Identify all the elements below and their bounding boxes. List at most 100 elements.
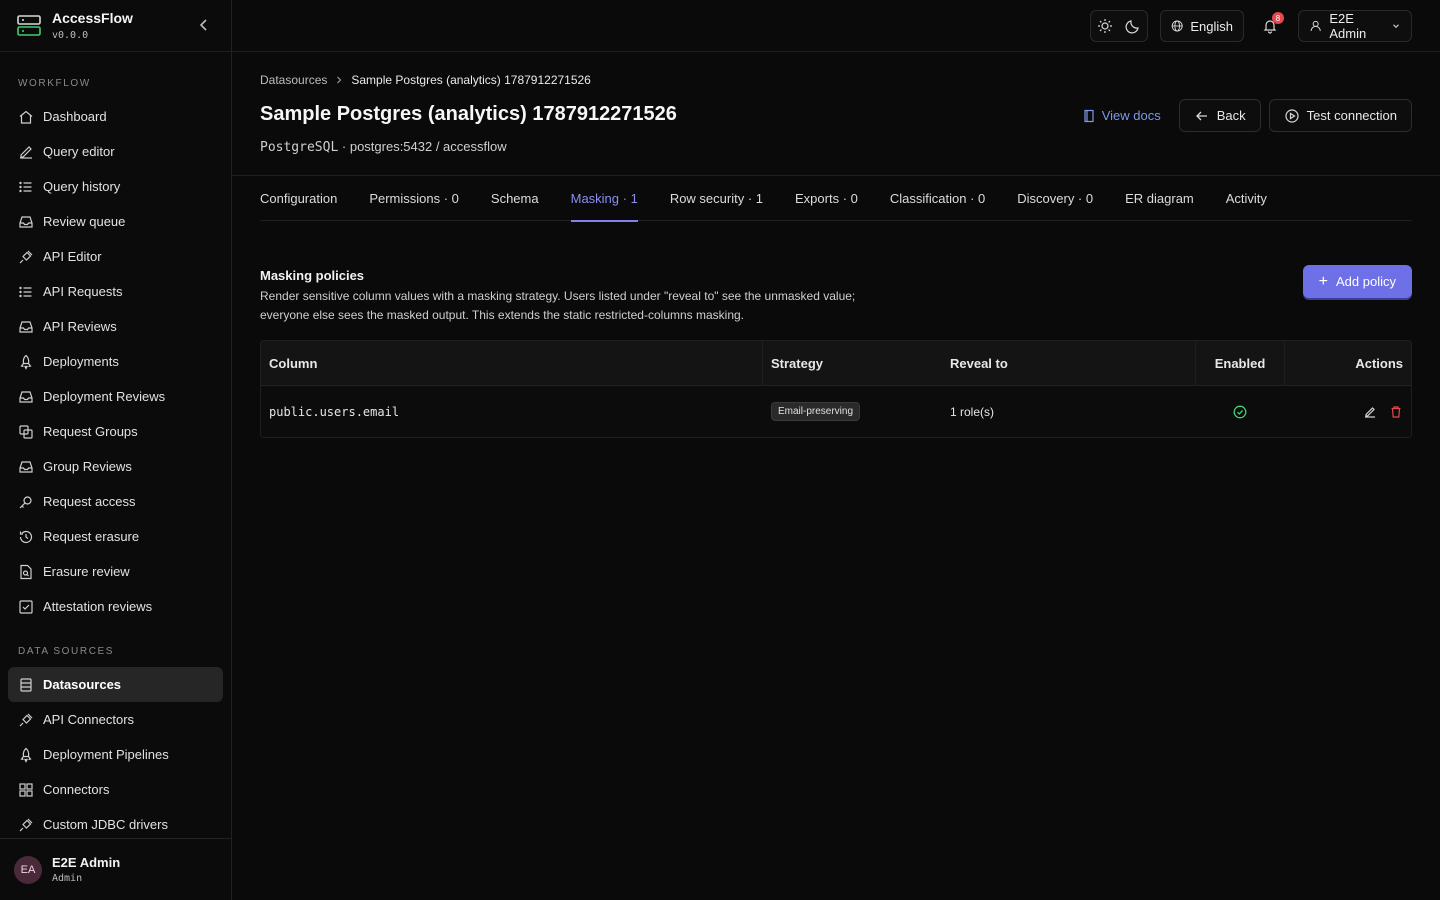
sidebar-item-api-requests[interactable]: API Requests	[8, 274, 223, 309]
sidebar-item-label: Query editor	[43, 144, 115, 159]
sidebar-item-label: Deployment Pipelines	[43, 747, 169, 762]
header-column: Column	[269, 355, 318, 371]
tab-configuration[interactable]: Configuration	[260, 176, 337, 221]
plug-icon	[19, 818, 33, 831]
datasource-host: · postgres:5432 / accessflow	[338, 139, 507, 154]
sidebar-item-request-erasure[interactable]: Request erasure	[8, 519, 223, 554]
tab-er-diagram[interactable]: ER diagram	[1125, 176, 1194, 221]
sidebar-item-api-connectors[interactable]: API Connectors	[8, 702, 223, 737]
sidebar-item-review-queue[interactable]: Review queue	[8, 204, 223, 239]
plug-icon	[19, 250, 33, 263]
description-line-2: everyone else sees the masked output. Th…	[260, 308, 745, 322]
tab-activity[interactable]: Activity	[1226, 176, 1267, 221]
sidebar-item-query-editor[interactable]: Query editor	[8, 134, 223, 169]
plus-icon: +	[1318, 272, 1329, 290]
sidebar-item-request-groups[interactable]: Request Groups	[8, 414, 223, 449]
chevron-down-icon	[1393, 24, 1399, 29]
chevron-right-icon	[337, 76, 342, 84]
inbox-icon	[19, 460, 33, 473]
back-button[interactable]: Back	[1178, 99, 1261, 132]
sidebar-item-query-history[interactable]: Query history	[8, 169, 223, 204]
sidebar-item-erasure-review[interactable]: Erasure review	[8, 554, 223, 589]
sidebar-item-label: Deployments	[43, 354, 119, 369]
sidebar-item-request-access[interactable]: Request access	[8, 484, 223, 519]
language-label: English	[1190, 18, 1233, 34]
sidebar-item-label: API Reviews	[43, 319, 117, 334]
workflow-section-label: WORKFLOW	[18, 78, 91, 89]
sidebar-item-label: API Connectors	[43, 712, 135, 727]
view-docs-link[interactable]: View docs	[1072, 108, 1171, 123]
page-title: Sample Postgres (analytics) 178791227152…	[260, 103, 677, 125]
sidebar-item-deployment-pipelines[interactable]: Deployment Pipelines	[8, 737, 223, 772]
sidebar-item-label: Erasure review	[43, 564, 130, 579]
header-reveal-to: Reveal to	[950, 355, 1008, 371]
rocket-icon	[20, 747, 32, 763]
tab-exports[interactable]: Exports · 0	[795, 176, 858, 221]
history-icon	[19, 530, 33, 543]
sidebar-item-label: Group Reviews	[43, 459, 132, 474]
list-icon	[19, 286, 32, 297]
sidebar-item-attestation-reviews[interactable]: Attestation reviews	[8, 589, 223, 624]
server-logo-icon	[17, 14, 41, 36]
notifications-button[interactable]: 8	[1262, 12, 1284, 34]
sidebar-item-group-reviews[interactable]: Group Reviews	[8, 449, 223, 484]
tab-permissions[interactable]: Permissions · 0	[369, 176, 459, 221]
main-content: Datasources Sample Postgres (analytics) …	[232, 52, 1440, 900]
inbox-icon	[19, 390, 33, 403]
sidebar-item-dashboard[interactable]: Dashboard	[8, 99, 223, 134]
sidebar-item-label: API Requests	[43, 284, 123, 299]
sidebar-item-custom-jdbc-drivers[interactable]: Custom JDBC drivers	[8, 807, 223, 842]
breadcrumb-current: Sample Postgres (analytics) 178791227152…	[351, 73, 591, 87]
user-icon	[1310, 20, 1321, 32]
tab-masking[interactable]: Masking · 1	[570, 176, 639, 222]
pencil-icon	[20, 145, 32, 159]
view-docs-label: View docs	[1101, 108, 1161, 123]
edit-icon[interactable]	[1363, 405, 1377, 419]
cell-enabled	[1195, 386, 1285, 437]
chevron-left-icon[interactable]	[195, 16, 213, 34]
sidebar-item-deployments[interactable]: Deployments	[8, 344, 223, 379]
play-circle-icon	[1285, 108, 1299, 123]
back-label: Back	[1216, 108, 1246, 123]
add-policy-button[interactable]: + Add policy	[1302, 265, 1412, 298]
sidebar-item-api-reviews[interactable]: API Reviews	[8, 309, 223, 344]
user-menu[interactable]: E2E Admin	[1298, 10, 1412, 42]
test-connection-button[interactable]: Test connection	[1268, 99, 1412, 132]
language-selector[interactable]: English	[1160, 10, 1244, 42]
globe-icon	[1171, 20, 1183, 32]
sidebar-item-label: Review queue	[43, 214, 126, 229]
inbox-icon	[19, 215, 33, 228]
trash-icon[interactable]	[1389, 405, 1403, 419]
user-menu-label: E2E Admin	[1329, 11, 1367, 41]
sidebar-item-label: Attestation reviews	[43, 599, 153, 614]
moon-icon[interactable]	[1125, 18, 1141, 34]
sidebar-user[interactable]: EA E2E Admin Admin	[0, 838, 231, 900]
tab-row-security[interactable]: Row security · 1	[670, 176, 763, 221]
app-name: AccessFlow	[52, 10, 133, 26]
tab-discovery[interactable]: Discovery · 0	[1017, 176, 1093, 221]
table-row: public.users.email Email-preserving 1 ro…	[261, 386, 1411, 437]
masking-section-title: Masking policies	[260, 268, 365, 283]
arrow-left-icon	[1195, 111, 1207, 120]
grid-icon	[19, 782, 33, 797]
home-icon	[19, 110, 33, 124]
sidebar-item-deployment-reviews[interactable]: Deployment Reviews	[8, 379, 223, 414]
sidebar-item-label: Datasources	[43, 677, 122, 692]
description-line-1: Render sensitive column values with a ma…	[260, 289, 856, 303]
inbox-icon	[19, 320, 33, 333]
breadcrumb-datasources[interactable]: Datasources	[260, 73, 327, 87]
book-icon	[1084, 109, 1094, 122]
sidebar-item-label: Dashboard	[43, 109, 107, 124]
layers-icon	[19, 424, 33, 439]
list-icon	[19, 181, 32, 192]
sidebar-item-label: Request Groups	[43, 424, 138, 439]
database-icon	[20, 677, 32, 692]
cell-actions	[1285, 386, 1411, 437]
tab-classification[interactable]: Classification · 0	[890, 176, 985, 221]
sun-icon[interactable]	[1097, 18, 1113, 34]
sidebar-item-api-editor[interactable]: API Editor	[8, 239, 223, 274]
sidebar-item-connectors[interactable]: Connectors	[8, 772, 223, 807]
sidebar-item-datasources[interactable]: Datasources	[8, 667, 223, 702]
tab-schema[interactable]: Schema	[491, 176, 539, 221]
datasources-nav: Datasources API Connectors Deployment Pipe…	[0, 667, 231, 842]
